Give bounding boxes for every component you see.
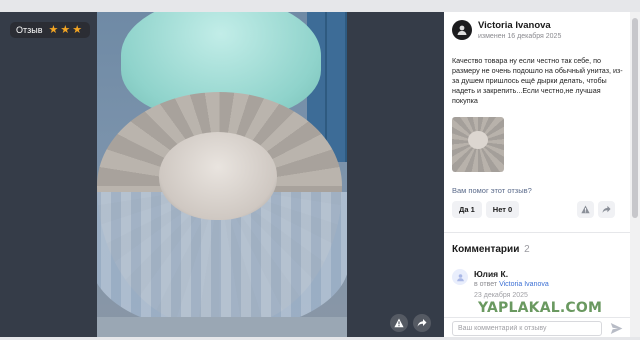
- share-photo-button[interactable]: [413, 314, 431, 332]
- comment-input[interactable]: [452, 321, 602, 336]
- photo-toilet-bowl: [159, 132, 277, 220]
- comments-heading: Комментарии 2: [452, 244, 530, 255]
- helpful-question: Вам помог этот отзыв?: [452, 186, 532, 195]
- vote-no-button[interactable]: Нет 0: [485, 201, 520, 218]
- comments-title: Комментарии: [452, 244, 520, 255]
- watermark: YAPLAKAL.COM: [478, 300, 603, 316]
- rating-stars: ★ ★ ★: [48, 23, 83, 36]
- review-sidebar: Victoria Ivanova изменен 16 декабря 2025…: [444, 12, 630, 337]
- vote-yes-button[interactable]: Да 1: [452, 201, 482, 218]
- share-arrow-icon: [602, 205, 611, 213]
- photo-floor: [97, 317, 347, 337]
- comment-reply-info: в ответ Victoria Ivanova: [474, 281, 549, 288]
- comment-author[interactable]: Юлия К.: [474, 269, 549, 279]
- thumbnail-detail: [468, 131, 488, 149]
- user-avatar-icon: [457, 25, 467, 35]
- report-photo-button[interactable]: [390, 314, 408, 332]
- section-divider: [444, 232, 630, 233]
- photo-panel: Отзыв ★ ★ ★: [0, 12, 444, 337]
- warning-icon: [394, 318, 404, 328]
- review-actions: [577, 201, 615, 218]
- review-author: Victoria Ivanova изменен 16 декабря 2025: [452, 20, 561, 40]
- scrollbar[interactable]: [630, 12, 640, 337]
- scrollbar-thumb[interactable]: [632, 18, 638, 218]
- warning-icon: [581, 205, 590, 214]
- reply-prefix: в ответ: [474, 281, 498, 288]
- star-icon: ★: [48, 23, 59, 36]
- avatar[interactable]: [452, 20, 472, 40]
- star-icon: ★: [72, 23, 83, 36]
- rating-label: Отзыв: [16, 25, 43, 35]
- user-avatar-icon: [456, 273, 464, 281]
- review-photo-thumbnail[interactable]: [452, 117, 504, 172]
- comment-item: Юлия К. в ответ Victoria Ivanova 23 дека…: [452, 269, 549, 299]
- comments-count: 2: [524, 244, 530, 255]
- report-review-button[interactable]: [577, 201, 594, 218]
- review-viewer: Отзыв ★ ★ ★ Victoria Ivanova изменен 16 …: [0, 12, 640, 337]
- rating-badge: Отзыв ★ ★ ★: [10, 22, 91, 38]
- send-icon: [610, 323, 623, 334]
- review-text: Качество товара ну если честно так себе,…: [452, 56, 623, 105]
- review-date: изменен 16 декабря 2025: [478, 33, 562, 40]
- share-review-button[interactable]: [598, 201, 615, 218]
- comment-composer: [444, 317, 630, 337]
- photo-actions: [390, 314, 431, 332]
- review-photo[interactable]: [97, 12, 347, 337]
- reply-to-link[interactable]: Victoria Ivanova: [499, 281, 549, 288]
- share-arrow-icon: [417, 319, 427, 327]
- comment-date: 23 декабря 2025: [474, 292, 528, 299]
- author-name[interactable]: Victoria Ivanova: [478, 20, 561, 31]
- avatar[interactable]: [452, 269, 468, 285]
- star-icon: ★: [60, 23, 71, 36]
- helpful-votes: Да 1 Нет 0: [452, 201, 520, 218]
- send-comment-button[interactable]: [610, 322, 623, 335]
